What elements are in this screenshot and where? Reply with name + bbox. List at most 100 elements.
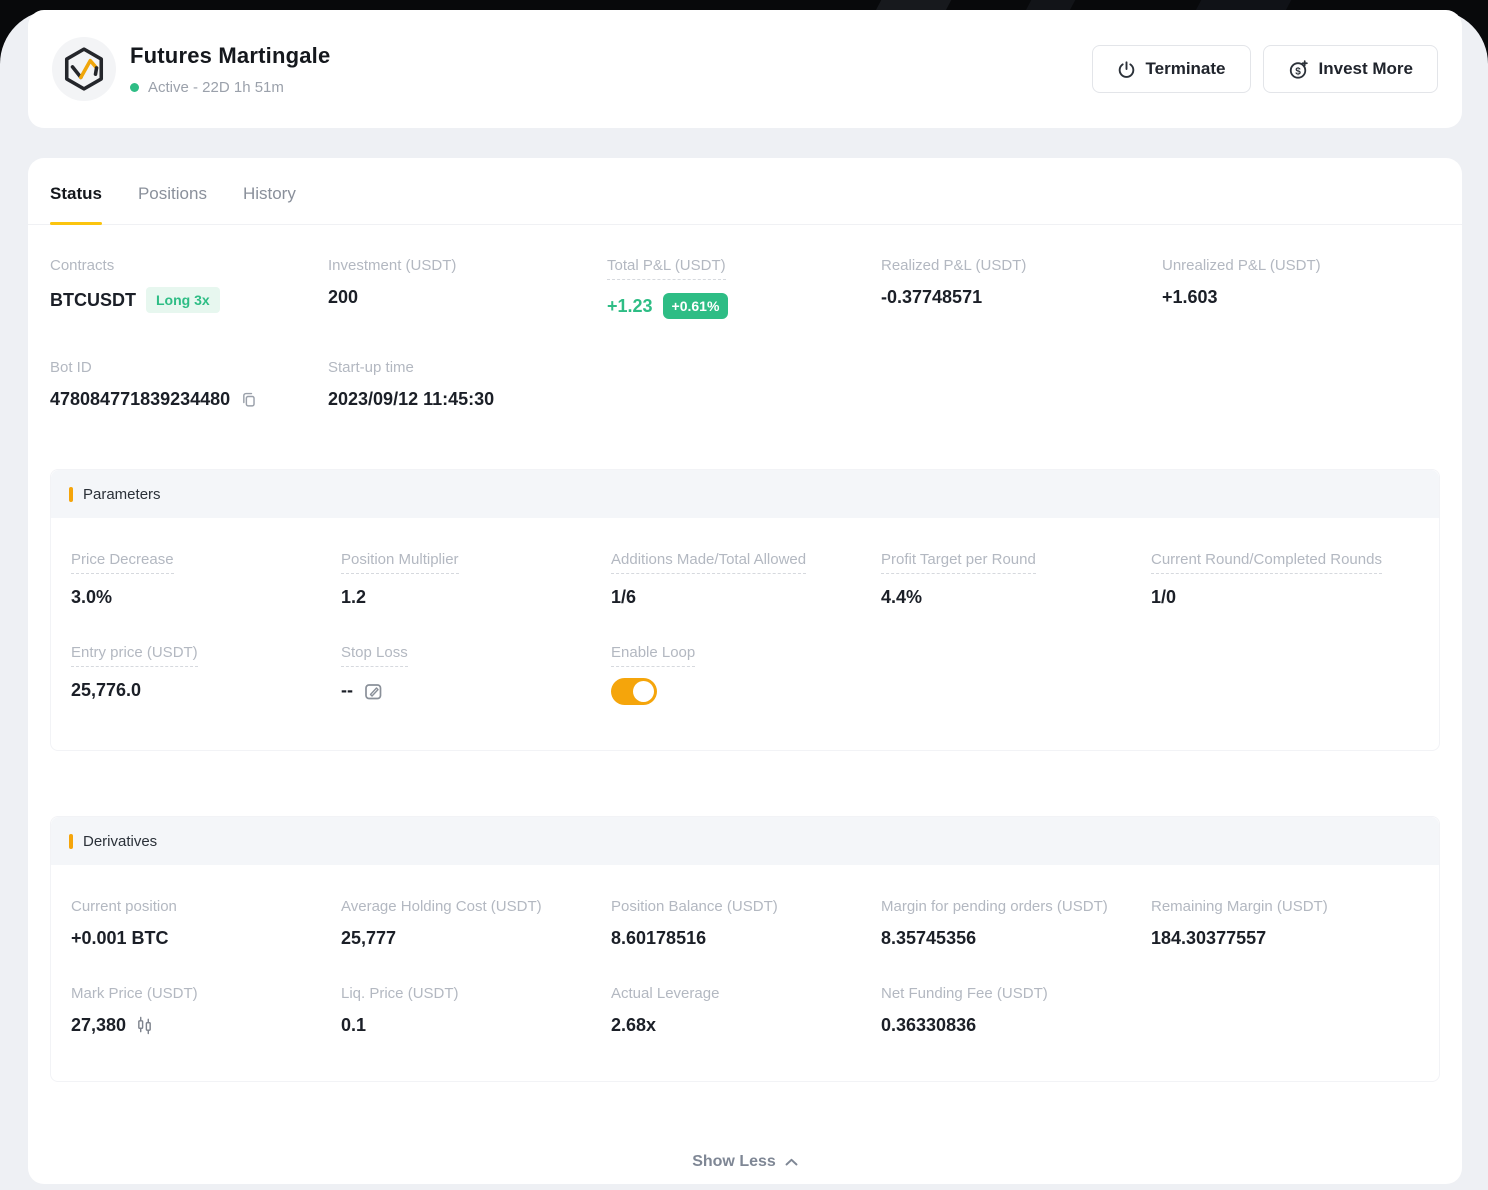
field-label: Position Multiplier	[341, 551, 459, 574]
invest-more-label: Invest More	[1319, 59, 1413, 79]
field-value: 184.30377557	[1151, 928, 1419, 949]
field-value: +0.001 BTC	[71, 928, 341, 949]
field-entry-price: Entry price (USDT) 25,776.0	[71, 644, 341, 701]
pnl-percent-badge: +0.61%	[663, 293, 729, 319]
field-value: 25,777	[341, 928, 611, 949]
bot-logo-icon	[61, 46, 107, 92]
field-value: 4.4%	[881, 587, 1151, 608]
field-label: Unrealized P&L (USDT)	[1162, 257, 1440, 274]
field-label: Current position	[71, 898, 341, 915]
field-value: 8.35745356	[881, 928, 1151, 949]
parameters-section: Parameters Price Decrease 3.0% Position …	[50, 469, 1440, 751]
field-profit-target: Profit Target per Round 4.4%	[881, 551, 1151, 608]
page-sheet: Futures Martingale Active - 22D 1h 51m T…	[0, 10, 1488, 1190]
field-unrealized-pnl: Unrealized P&L (USDT) +1.603	[1162, 257, 1440, 308]
status-dot	[130, 83, 139, 92]
show-less-button[interactable]: Show Less	[28, 1153, 1462, 1171]
tab-history[interactable]: History	[243, 184, 296, 224]
field-remaining-margin: Remaining Margin (USDT) 184.30377557	[1151, 898, 1419, 949]
mark-price-value: 27,380	[71, 1015, 126, 1036]
power-icon	[1117, 60, 1136, 79]
field-label: Enable Loop	[611, 644, 695, 667]
field-value: +1.603	[1162, 287, 1440, 308]
field-label: Average Holding Cost (USDT)	[341, 898, 611, 915]
tab-status[interactable]: Status	[50, 184, 102, 224]
field-pending-margin: Margin for pending orders (USDT) 8.35745…	[881, 898, 1151, 949]
enable-loop-toggle[interactable]	[611, 678, 657, 705]
field-label: Net Funding Fee (USDT)	[881, 985, 1151, 1002]
parameters-header: Parameters	[51, 470, 1439, 518]
terminate-button[interactable]: Terminate	[1092, 45, 1251, 93]
chevron-up-icon	[785, 1158, 798, 1166]
field-value: 1.2	[341, 587, 611, 608]
long-leverage-badge: Long 3x	[146, 287, 220, 313]
field-value: 1/0	[1151, 587, 1419, 608]
field-mark-price: Mark Price (USDT) 27,380	[71, 985, 341, 1036]
bot-detail-card: Status Positions History Contracts BTCUS…	[28, 158, 1462, 1184]
field-realized-pnl: Realized P&L (USDT) -0.37748571	[881, 257, 1162, 308]
field-value: 0.36330836	[881, 1015, 1151, 1036]
field-label: Contracts	[50, 257, 328, 274]
invest-more-button[interactable]: $ Invest More	[1263, 45, 1438, 93]
field-additions-made: Additions Made/Total Allowed 1/6	[611, 551, 881, 608]
svg-text:$: $	[1295, 66, 1301, 77]
field-enable-loop: Enable Loop	[611, 644, 881, 705]
field-label: Price Decrease	[71, 551, 174, 574]
field-actual-leverage: Actual Leverage 2.68x	[611, 985, 881, 1036]
contract-symbol: BTCUSDT	[50, 290, 136, 311]
bot-avatar	[52, 37, 116, 101]
edit-icon[interactable]	[363, 681, 383, 701]
tab-bar: Status Positions History	[28, 158, 1462, 225]
field-label: Profit Target per Round	[881, 551, 1036, 574]
total-pnl-value: +1.23	[607, 296, 653, 317]
status-summary: Contracts BTCUSDT Long 3x Investment (US…	[28, 225, 1462, 410]
candlestick-chart-icon[interactable]	[136, 1016, 153, 1035]
accent-bar	[69, 487, 73, 502]
field-value: 1/6	[611, 587, 881, 608]
field-current-position: Current position +0.001 BTC	[71, 898, 341, 949]
field-label: Realized P&L (USDT)	[881, 257, 1162, 274]
field-label: Investment (USDT)	[328, 257, 607, 274]
field-label: Stop Loss	[341, 644, 408, 667]
status-text: Active - 22D 1h 51m	[148, 79, 284, 96]
field-value: 8.60178516	[611, 928, 881, 949]
field-label: Position Balance (USDT)	[611, 898, 881, 915]
terminate-label: Terminate	[1146, 59, 1226, 79]
field-investment: Investment (USDT) 200	[328, 257, 607, 308]
field-value: 3.0%	[71, 587, 341, 608]
show-less-label: Show Less	[692, 1153, 776, 1171]
field-value: 25,776.0	[71, 680, 341, 701]
field-current-round: Current Round/Completed Rounds 1/0	[1151, 551, 1419, 608]
field-label: Current Round/Completed Rounds	[1151, 551, 1382, 574]
field-label: Margin for pending orders (USDT)	[881, 898, 1151, 915]
toggle-knob	[633, 681, 654, 702]
field-label: Start-up time	[328, 359, 607, 376]
field-contracts: Contracts BTCUSDT Long 3x	[50, 257, 328, 313]
section-title: Derivatives	[83, 833, 157, 850]
field-stop-loss: Stop Loss --	[341, 644, 611, 701]
field-label: Bot ID	[50, 359, 328, 376]
field-startup-time: Start-up time 2023/09/12 11:45:30	[328, 359, 607, 410]
bot-id-value: 478084771839234480	[50, 389, 230, 410]
page-title: Futures Martingale	[130, 43, 330, 69]
derivatives-section: Derivatives Current position +0.001 BTC …	[50, 816, 1440, 1082]
copy-icon[interactable]	[240, 391, 257, 408]
field-net-funding-fee: Net Funding Fee (USDT) 0.36330836	[881, 985, 1151, 1036]
field-label: Actual Leverage	[611, 985, 881, 1002]
field-value: 2.68x	[611, 1015, 881, 1036]
field-bot-id: Bot ID 478084771839234480	[50, 359, 328, 410]
tab-positions[interactable]: Positions	[138, 184, 207, 224]
field-avg-holding-cost: Average Holding Cost (USDT) 25,777	[341, 898, 611, 949]
field-price-decrease: Price Decrease 3.0%	[71, 551, 341, 608]
bot-header-card: Futures Martingale Active - 22D 1h 51m T…	[28, 10, 1462, 128]
field-label: Mark Price (USDT)	[71, 985, 341, 1002]
coin-dollar-plus-icon: $	[1288, 59, 1309, 80]
accent-bar	[69, 834, 73, 849]
field-label: Total P&L (USDT)	[607, 257, 726, 280]
field-label: Liq. Price (USDT)	[341, 985, 611, 1002]
field-position-balance: Position Balance (USDT) 8.60178516	[611, 898, 881, 949]
field-value: 0.1	[341, 1015, 611, 1036]
field-value: -0.37748571	[881, 287, 1162, 308]
field-label: Remaining Margin (USDT)	[1151, 898, 1419, 915]
field-label: Additions Made/Total Allowed	[611, 551, 806, 574]
